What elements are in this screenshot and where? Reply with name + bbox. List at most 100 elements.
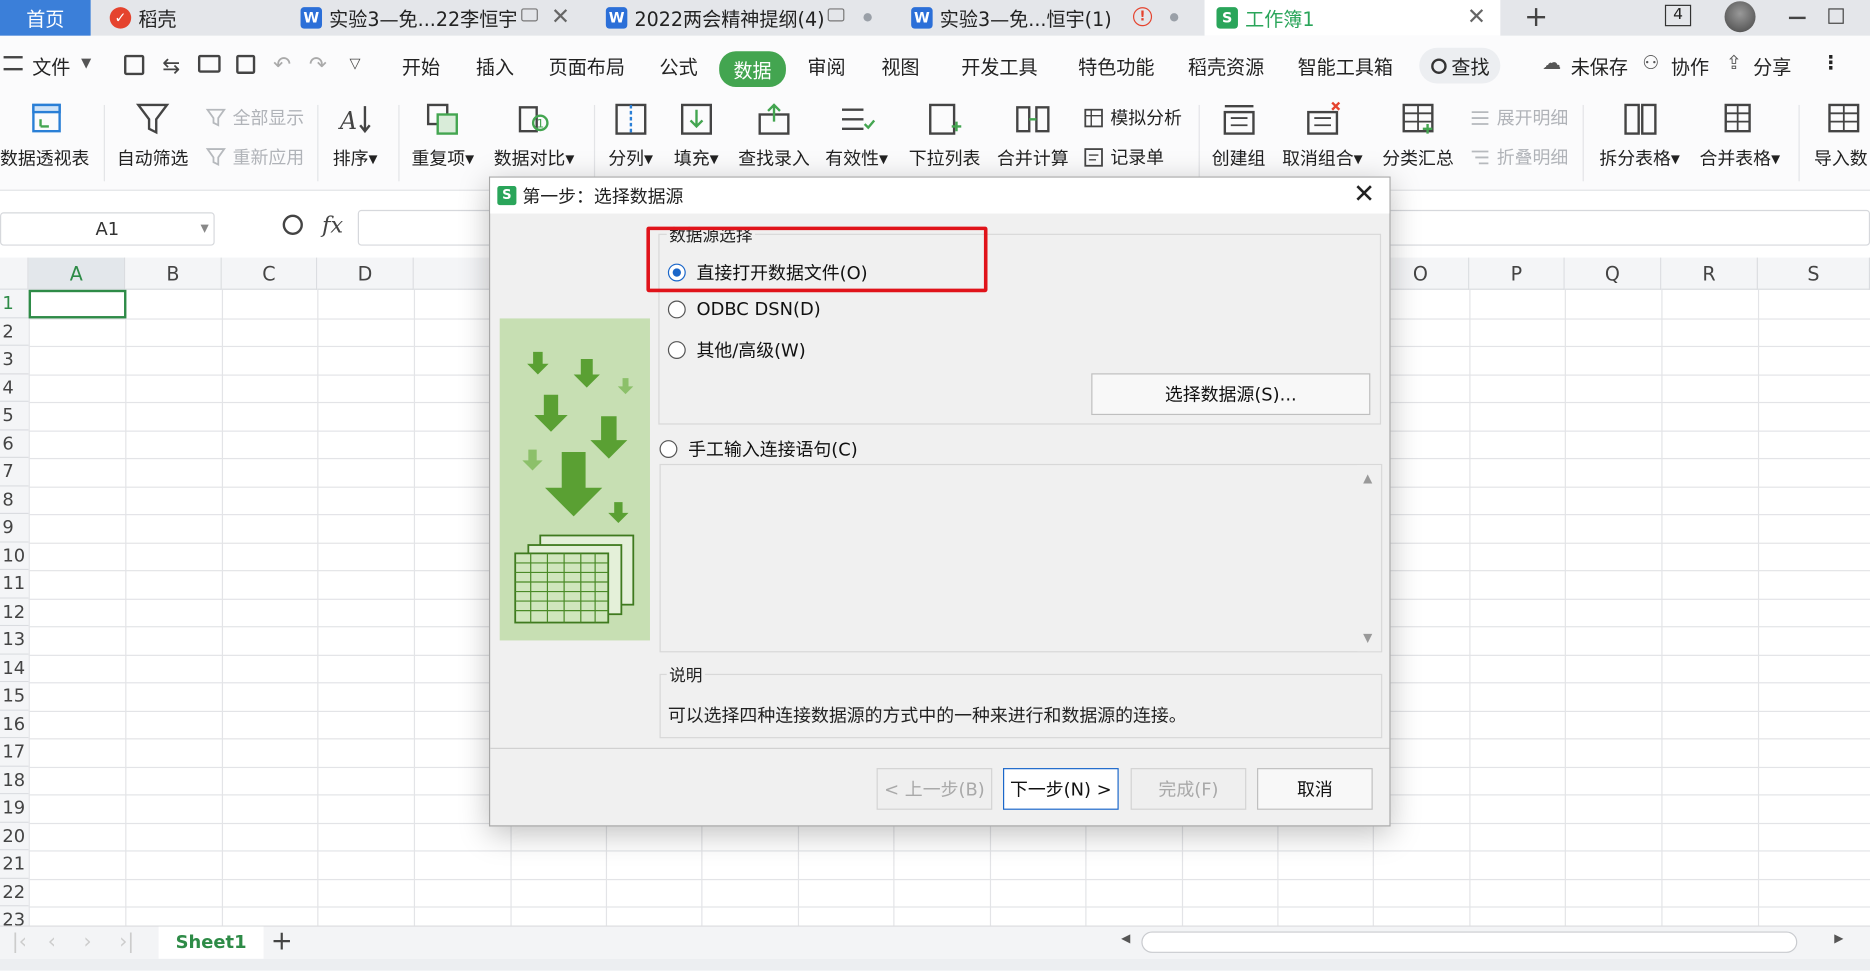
close-tab-icon[interactable]: ✕ <box>1467 4 1486 30</box>
menu-daoke-resources[interactable]: 稻壳资源 <box>1188 51 1264 80</box>
auto-filter-button[interactable]: 自动筛选 <box>117 100 188 170</box>
menu-smart-toolbox[interactable]: 智能工具箱 <box>1298 51 1393 80</box>
menu-start[interactable]: 开始 <box>402 51 440 80</box>
redo-icon[interactable]: ↷ <box>309 52 327 77</box>
show-all-button[interactable]: 全部显示 <box>205 105 304 130</box>
fx-icon[interactable]: fx <box>322 212 343 238</box>
tab-daoke[interactable]: ✓ 稻壳 <box>109 0 177 36</box>
row-header[interactable]: 16 <box>0 710 29 739</box>
dropdown-list-button[interactable]: 下拉列表 <box>909 100 980 170</box>
row-header[interactable]: 2 <box>0 317 29 346</box>
column-header[interactable]: R <box>1661 257 1758 290</box>
fill-button[interactable]: 填充▾ <box>674 100 719 170</box>
import-data-button[interactable]: 导入数 <box>1814 100 1868 170</box>
choose-data-source-button[interactable]: 选择数据源(S)... <box>1091 373 1371 416</box>
save-icon[interactable] <box>124 54 145 76</box>
print-preview-icon[interactable] <box>236 54 256 74</box>
lookup-entry-button[interactable]: 查找录入 <box>738 100 810 170</box>
sheet-tab-sheet1[interactable]: Sheet1 <box>158 926 264 959</box>
split-column-button[interactable]: 分列▾ <box>608 100 653 170</box>
row-header[interactable]: 6 <box>0 429 29 458</box>
row-header[interactable]: 1 <box>0 289 29 318</box>
nav-next-icon[interactable]: › <box>83 930 91 954</box>
restore-icon[interactable] <box>1828 8 1844 24</box>
menu-file[interactable]: 文件 <box>32 51 70 80</box>
row-header[interactable]: 3 <box>0 345 29 374</box>
column-header[interactable]: A <box>28 257 126 290</box>
row-header[interactable]: 13 <box>0 626 29 655</box>
tab-doc3[interactable]: W 实验3—免...恒宇(1) <box>911 0 1112 36</box>
row-header[interactable]: 8 <box>0 485 29 515</box>
duplicates-button[interactable]: 重复项▾ <box>411 100 474 170</box>
next-step-button[interactable]: 下一步(N) > <box>1003 768 1119 810</box>
menu-formula[interactable]: 公式 <box>660 51 698 80</box>
row-header[interactable]: 9 <box>0 514 29 543</box>
cancel-button[interactable]: 取消 <box>1257 768 1373 810</box>
merge-table-button[interactable]: 合并表格▾ <box>1699 100 1780 170</box>
tab-doc2[interactable]: W 2022两会精神提纲(4) <box>605 0 825 36</box>
scroll-up-icon[interactable]: ▲ <box>1363 472 1372 485</box>
hscroll-left-icon[interactable]: ◀ <box>1121 933 1130 946</box>
prev-step-button[interactable]: < 上一步(B) <box>876 768 993 810</box>
row-header[interactable]: 12 <box>0 598 29 627</box>
hamburger-icon[interactable] <box>3 56 23 71</box>
tab-workbook[interactable]: S 工作簿1 ✕ <box>1204 0 1501 36</box>
undo-icon[interactable]: ↶ <box>273 52 291 77</box>
customize-icon[interactable]: ▽ <box>349 55 360 72</box>
menu-features[interactable]: 特色功能 <box>1078 51 1154 80</box>
split-table-button[interactable]: 拆分表格▾ <box>1599 100 1680 170</box>
row-header[interactable]: 15 <box>0 682 29 711</box>
column-header[interactable]: B <box>125 257 222 290</box>
create-group-button[interactable]: 创建组 <box>1212 100 1265 170</box>
select-all-corner[interactable] <box>0 257 29 290</box>
print-icon[interactable] <box>197 54 221 73</box>
radio-manual-connection[interactable]: 手工输入连接语句(C) <box>659 437 858 462</box>
validity-button[interactable]: 有效性▾ <box>825 100 888 170</box>
horizontal-scrollbar[interactable] <box>1141 931 1798 953</box>
row-header[interactable]: 22 <box>0 878 29 907</box>
column-header[interactable]: C <box>221 257 318 290</box>
row-header[interactable]: 20 <box>0 822 29 851</box>
menu-review[interactable]: 审阅 <box>807 51 845 80</box>
collaborate-button[interactable]: 协作 <box>1671 51 1709 80</box>
search-box[interactable]: 查找 <box>1419 47 1501 84</box>
nav-prev-icon[interactable]: ‹ <box>48 930 56 954</box>
chevron-down-icon[interactable]: ▼ <box>81 55 91 71</box>
connection-string-textarea[interactable]: ▲ ▼ <box>659 463 1383 653</box>
close-icon[interactable]: ✕ <box>1353 180 1375 210</box>
more-icon[interactable]: ⋮ <box>1821 51 1840 74</box>
column-header[interactable]: Q <box>1564 257 1662 290</box>
zoom-icon[interactable] <box>282 214 303 235</box>
nav-last-icon[interactable]: ›| <box>119 930 134 954</box>
row-header[interactable]: 5 <box>0 401 29 430</box>
scroll-down-icon[interactable]: ▼ <box>1363 632 1372 645</box>
collapse-detail-button[interactable]: 折叠明细 <box>1469 144 1568 169</box>
tab-home[interactable]: 首页 <box>0 0 91 36</box>
row-header[interactable]: 14 <box>0 654 29 683</box>
pivot-table-button[interactable]: 数据透视表 <box>0 100 89 170</box>
new-tab-button[interactable]: + <box>1524 0 1548 33</box>
consolidate-button[interactable]: 合并计算 <box>997 100 1069 170</box>
nav-first-icon[interactable]: |‹ <box>12 930 27 954</box>
window-count-badge[interactable]: 4 <box>1664 4 1692 27</box>
share-button[interactable]: 分享 <box>1753 51 1791 80</box>
row-header[interactable]: 17 <box>0 738 29 767</box>
menu-insert[interactable]: 插入 <box>476 51 514 80</box>
reapply-button[interactable]: 重新应用 <box>205 144 304 169</box>
vertical-scrollbar[interactable]: ▲ ▼ <box>1357 465 1382 652</box>
radio-odbc-dsn[interactable]: ODBC DSN(D) <box>667 298 821 320</box>
close-tab-icon[interactable]: ✕ <box>551 4 570 30</box>
menu-view[interactable]: 视图 <box>881 51 919 80</box>
record-form-button[interactable]: 记录单 <box>1083 144 1164 169</box>
row-header[interactable]: 19 <box>0 794 29 823</box>
subtotal-button[interactable]: 分类汇总 <box>1382 100 1454 170</box>
minimize-icon[interactable] <box>1788 16 1806 19</box>
column-header[interactable]: D <box>317 257 414 290</box>
expand-detail-button[interactable]: 展开明细 <box>1469 105 1568 130</box>
menu-page-layout[interactable]: 页面布局 <box>549 51 625 80</box>
tab-doc1[interactable]: W 实验3—免...22李恒宇 <box>300 0 517 36</box>
ungroup-button[interactable]: 取消组合▾ <box>1282 100 1363 170</box>
data-compare-button[interactable]: 1 数据对比▾ <box>494 100 574 170</box>
add-sheet-button[interactable]: + <box>271 927 293 957</box>
unsaved-status[interactable]: 未保存 <box>1571 51 1628 80</box>
